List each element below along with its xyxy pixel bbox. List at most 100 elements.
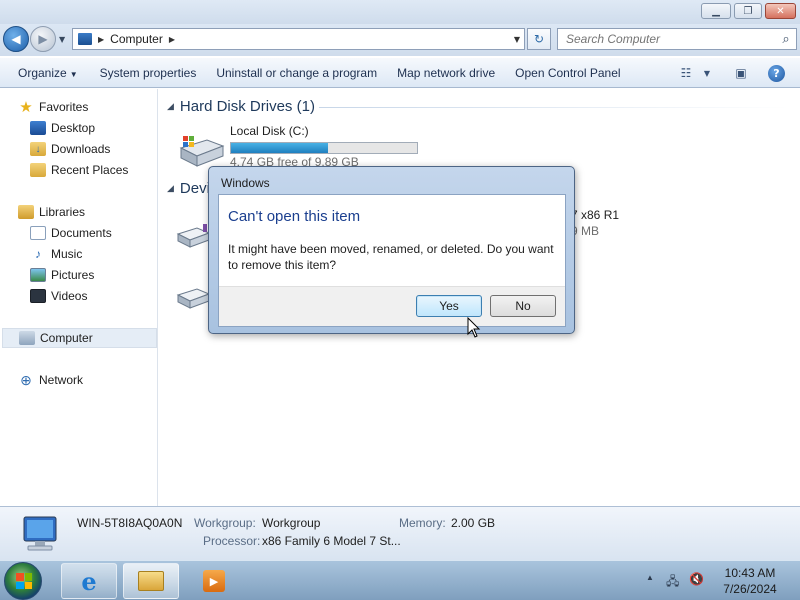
nav-label: Pictures bbox=[51, 268, 95, 282]
memory-label: Memory: bbox=[399, 516, 446, 530]
folder-icon bbox=[138, 571, 164, 591]
back-arrow-icon: ◀ bbox=[11, 32, 21, 46]
taskbar-windows-explorer[interactable] bbox=[123, 563, 179, 599]
no-button[interactable]: No bbox=[490, 295, 556, 317]
help-icon: ? bbox=[773, 67, 780, 80]
nav-label: Recent Places bbox=[51, 163, 129, 177]
search-box[interactable]: ⌕ bbox=[557, 28, 797, 50]
nav-network[interactable]: ⊕ Network bbox=[18, 370, 83, 390]
taskbar-media-player[interactable]: ▶ bbox=[186, 563, 242, 599]
dialog-title: Windows bbox=[221, 176, 270, 190]
nav-videos[interactable]: Videos bbox=[30, 286, 87, 306]
address-row: ◀ ▶ ▼ ▶ Computer ▶ ▼ ↻ ⌕ bbox=[0, 24, 800, 56]
breadcrumb-computer[interactable]: Computer bbox=[110, 32, 163, 46]
recent-places-icon bbox=[30, 163, 46, 177]
forward-arrow-icon: ▶ bbox=[38, 32, 48, 46]
clock-time: 10:43 AM bbox=[724, 566, 776, 580]
address-dropdown-icon[interactable]: ▼ bbox=[514, 35, 520, 44]
dialog-body: Can't open this item It might have been … bbox=[218, 194, 566, 327]
recent-pages-dropdown[interactable]: ▼ bbox=[59, 35, 65, 44]
collapse-arrow-icon: ◢ bbox=[167, 101, 174, 111]
back-button[interactable]: ◀ bbox=[3, 26, 29, 52]
computer-icon bbox=[19, 331, 35, 345]
volume-muted-icon[interactable]: 🔇 bbox=[689, 572, 704, 586]
nav-recent-places[interactable]: Recent Places bbox=[30, 160, 128, 180]
nav-label: Favorites bbox=[39, 100, 89, 114]
forward-button[interactable]: ▶ bbox=[30, 26, 56, 52]
error-dialog: Windows Can't open this item It might ha… bbox=[208, 166, 575, 334]
open-control-panel-button[interactable]: Open Control Panel bbox=[505, 66, 630, 80]
dialog-heading: Can't open this item bbox=[228, 208, 361, 225]
refresh-button[interactable]: ↻ bbox=[527, 28, 551, 50]
organize-menu[interactable]: Organize ▼ bbox=[8, 66, 88, 80]
navigation-pane: ★ Favorites Desktop ↓ Downloads Recent P… bbox=[0, 89, 158, 506]
system-properties-button[interactable]: System properties bbox=[90, 66, 207, 80]
star-icon: ★ bbox=[19, 99, 33, 116]
clock[interactable]: 10:43 AM 7/26/2024 bbox=[712, 565, 788, 597]
refresh-icon: ↻ bbox=[533, 32, 545, 46]
dvd-drive-label: 7 x86 R1 bbox=[571, 208, 620, 222]
chevron-right-icon[interactable]: ▶ bbox=[98, 35, 104, 44]
mouse-cursor-icon bbox=[467, 317, 481, 338]
computer-icon bbox=[78, 33, 92, 45]
nav-pictures[interactable]: Pictures bbox=[30, 265, 94, 285]
libraries-icon bbox=[18, 205, 34, 219]
windows-logo-icon bbox=[16, 573, 32, 589]
nav-label: Libraries bbox=[39, 205, 86, 219]
map-network-drive-button[interactable]: Map network drive bbox=[387, 66, 505, 80]
chevron-right-icon[interactable]: ▶ bbox=[169, 35, 175, 44]
show-hidden-icons-button[interactable]: ▲ bbox=[646, 573, 654, 582]
removable-drive-icon[interactable] bbox=[175, 283, 211, 311]
view-options-icon: ☷ bbox=[680, 66, 692, 80]
nav-documents[interactable]: Documents bbox=[30, 223, 112, 243]
disk-usage-bar bbox=[230, 142, 418, 154]
nav-desktop[interactable]: Desktop bbox=[30, 118, 95, 138]
nav-downloads[interactable]: ↓ Downloads bbox=[30, 139, 110, 159]
computer-name: WIN-5T8I8AQ0A0N bbox=[77, 516, 183, 530]
nav-libraries[interactable]: Libraries bbox=[18, 202, 85, 222]
search-icon[interactable]: ⌕ bbox=[776, 32, 796, 47]
hard-disk-group-header[interactable]: ◢ Hard Disk Drives (1) bbox=[167, 98, 315, 115]
nav-computer[interactable]: Computer bbox=[2, 328, 157, 348]
taskbar: e ▶ ▲ 🖧 🔇 10:43 AM 7/26/2024 bbox=[0, 560, 800, 600]
help-button[interactable]: ? bbox=[768, 65, 785, 82]
videos-icon bbox=[30, 289, 46, 303]
processor-value: x86 Family 6 Model 7 St... bbox=[262, 534, 401, 548]
devices-group-header[interactable]: ◢ Devi bbox=[167, 180, 210, 197]
view-dropdown-button[interactable]: ▼ bbox=[697, 64, 717, 82]
documents-icon bbox=[30, 226, 46, 240]
clock-date: 7/26/2024 bbox=[723, 582, 777, 596]
start-button[interactable] bbox=[4, 562, 42, 600]
network-icon: ⊕ bbox=[20, 371, 32, 388]
close-button[interactable]: ✕ bbox=[765, 3, 796, 19]
workgroup-label: Workgroup: bbox=[194, 516, 256, 530]
music-icon: ♪ bbox=[35, 247, 41, 261]
group-title: Devi bbox=[179, 180, 210, 197]
nav-label: Music bbox=[51, 247, 83, 261]
downloads-icon: ↓ bbox=[30, 142, 46, 156]
pictures-icon bbox=[30, 268, 46, 282]
maximize-icon: ❐ bbox=[743, 5, 753, 17]
media-player-icon: ▶ bbox=[203, 570, 225, 592]
change-view-button[interactable]: ☷ bbox=[676, 64, 696, 82]
search-input[interactable] bbox=[558, 32, 776, 46]
nav-music[interactable]: ♪ Music bbox=[30, 244, 82, 264]
maximize-button[interactable]: ❐ bbox=[734, 3, 762, 19]
workgroup-value: Workgroup bbox=[262, 516, 321, 530]
minimize-button[interactable]: ▁ bbox=[701, 3, 731, 19]
chevron-down-icon: ▼ bbox=[703, 68, 711, 78]
dvd-drive-size: 9 MB bbox=[571, 224, 600, 238]
preview-pane-button[interactable]: ▣ bbox=[731, 64, 751, 82]
dialog-button-bar: Yes No bbox=[219, 286, 565, 326]
address-bar[interactable]: ▶ Computer ▶ ▼ bbox=[72, 28, 525, 50]
hard-drive-icon bbox=[179, 136, 225, 167]
taskbar-internet-explorer[interactable]: e bbox=[61, 563, 117, 599]
command-bar: Organize ▼ System properties Uninstall or… bbox=[0, 57, 800, 88]
chevron-down-icon: ▼ bbox=[69, 69, 78, 79]
dvd-drive-icon[interactable] bbox=[175, 222, 211, 250]
uninstall-program-button[interactable]: Uninstall or change a program bbox=[206, 66, 387, 80]
network-tray-icon[interactable]: 🖧 bbox=[666, 572, 679, 593]
yes-button[interactable]: Yes bbox=[416, 295, 482, 317]
nav-favorites[interactable]: ★ Favorites bbox=[18, 97, 88, 117]
desktop-icon bbox=[30, 121, 46, 135]
